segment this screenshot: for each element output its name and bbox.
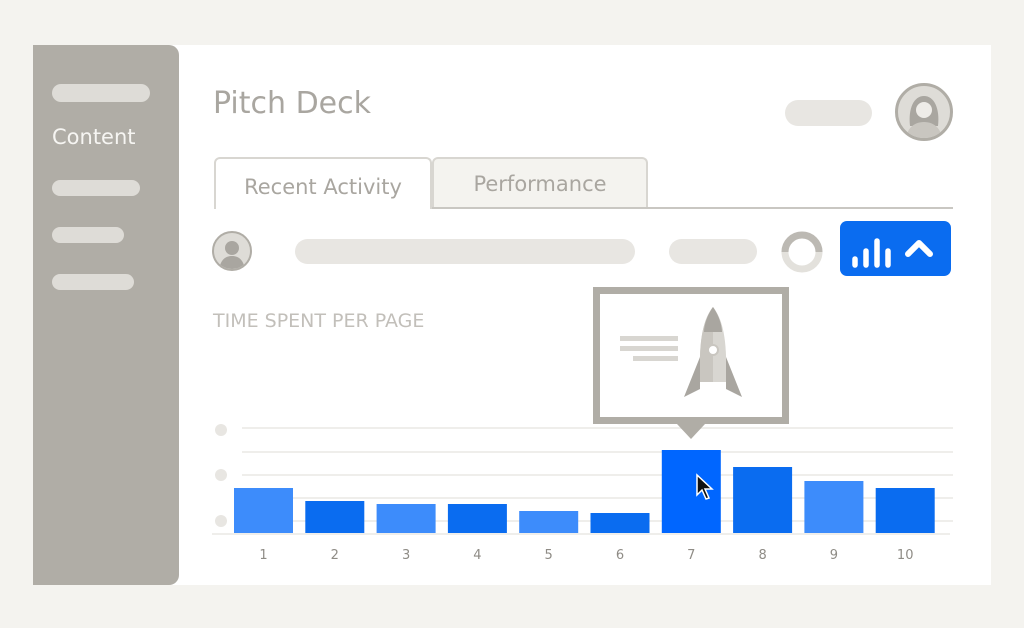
bar-page-2[interactable] bbox=[305, 501, 365, 533]
bar-page-9[interactable] bbox=[804, 481, 864, 533]
x-tick-label: 7 bbox=[687, 548, 695, 563]
x-tick-label: 1 bbox=[259, 548, 267, 563]
bar-page-10[interactable] bbox=[875, 488, 935, 533]
x-tick-label: 8 bbox=[758, 548, 766, 563]
bar-page-4[interactable] bbox=[447, 504, 507, 533]
bar-page-3[interactable] bbox=[376, 504, 436, 533]
x-tick-label: 6 bbox=[616, 548, 624, 563]
mouse-cursor-icon bbox=[696, 473, 714, 500]
bar-page-5[interactable] bbox=[519, 511, 579, 533]
bar-page-6[interactable] bbox=[590, 513, 650, 533]
x-tick-label: 3 bbox=[402, 548, 410, 563]
bar-chart: 1 2 3 4 5 6 7 8 9 10 bbox=[212, 424, 953, 563]
page-preview-tooltip bbox=[593, 287, 789, 439]
y-tick-marker bbox=[215, 515, 227, 527]
x-tick-label: 4 bbox=[473, 548, 481, 563]
bar-page-1[interactable] bbox=[234, 488, 293, 533]
x-tick-label: 10 bbox=[897, 548, 914, 563]
x-tick-label: 2 bbox=[331, 548, 339, 563]
x-tick-label: 9 bbox=[830, 548, 838, 563]
x-tick-label: 5 bbox=[545, 548, 553, 563]
bar-page-8[interactable] bbox=[733, 467, 793, 533]
y-tick-marker bbox=[215, 424, 227, 436]
y-tick-marker bbox=[215, 469, 227, 481]
